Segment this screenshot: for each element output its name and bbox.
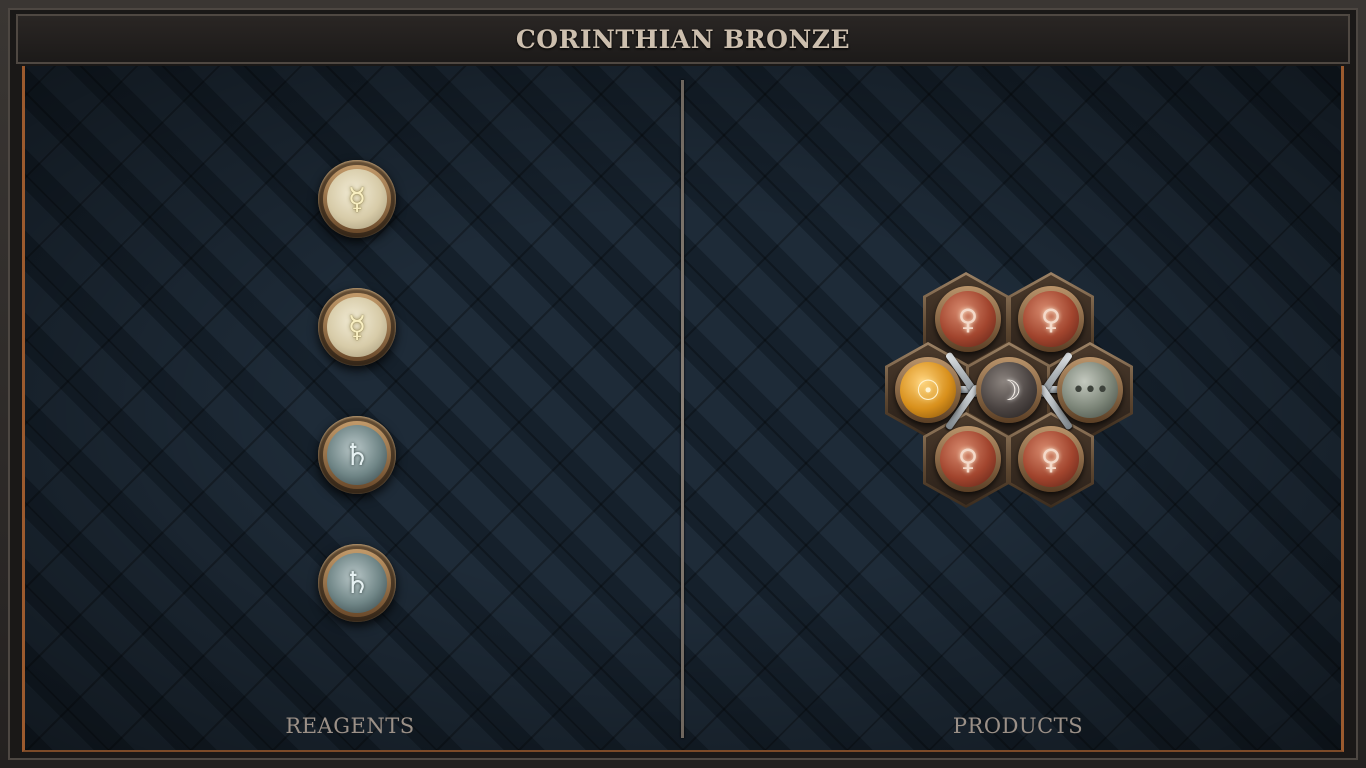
lead-icon: ♄	[327, 425, 387, 485]
page-title: CORINTHIAN BRONZE	[515, 24, 851, 54]
product-molecule[interactable]: ♀ ♀ ☉ ☽ ••• ♀ ♀	[880, 272, 1138, 512]
lead-icon: ♄	[327, 553, 387, 613]
reagents-label: REAGENTS	[285, 714, 415, 738]
gold-atom: ☉	[895, 357, 961, 423]
copper-icon: ♀	[940, 291, 996, 347]
mercury-icon: ☿	[327, 297, 387, 357]
copper-atom: ♀	[935, 426, 1001, 492]
mercury-icon: ☿	[327, 169, 387, 229]
copper-icon: ♀	[1023, 291, 1079, 347]
silver-icon: ☽	[981, 362, 1037, 418]
quintessence-icon: •••	[1062, 362, 1118, 418]
reagent-lead-token[interactable]: ♄	[318, 544, 396, 622]
quintessence-atom: •••	[1057, 357, 1123, 423]
copper-atom: ♀	[935, 286, 1001, 352]
panel-divider	[681, 80, 684, 738]
title-bar: CORINTHIAN BRONZE	[16, 14, 1350, 64]
reagent-lead-token[interactable]: ♄	[318, 416, 396, 494]
reagent-mercury-token[interactable]: ☿	[318, 288, 396, 366]
silver-atom: ☽	[976, 357, 1042, 423]
copper-atom: ♀	[1018, 286, 1084, 352]
copper-atom: ♀	[1018, 426, 1084, 492]
copper-icon: ♀	[1023, 431, 1079, 487]
gold-icon: ☉	[900, 362, 956, 418]
reagent-mercury-token[interactable]: ☿	[318, 160, 396, 238]
copper-icon: ♀	[940, 431, 996, 487]
products-label: PRODUCTS	[952, 714, 1084, 738]
